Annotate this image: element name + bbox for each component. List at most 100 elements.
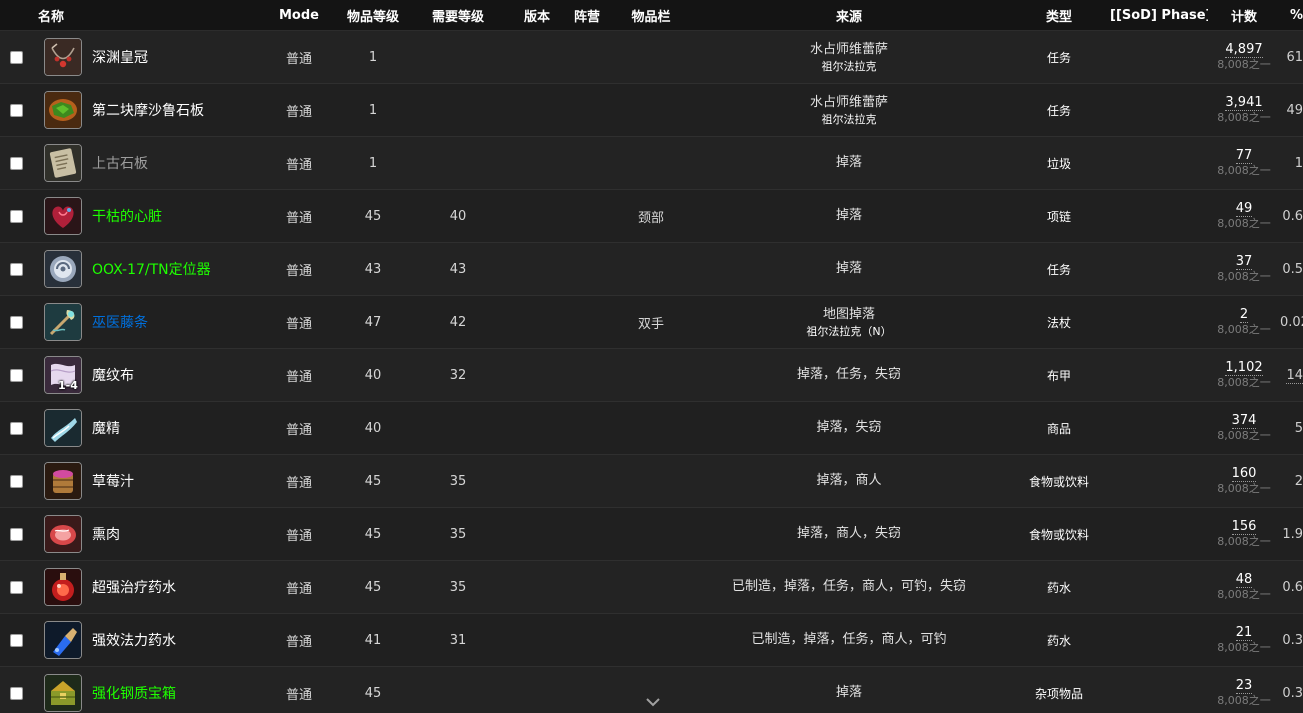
- item-name-link[interactable]: 魔纹布: [92, 365, 134, 385]
- stone-tablet-icon[interactable]: [44, 144, 82, 182]
- source-text[interactable]: 掉落: [690, 207, 1008, 225]
- staff-icon[interactable]: [44, 303, 82, 341]
- table-row[interactable]: 1-4 魔纹布 普通 40 32 掉落，任务，失窃 布甲 1,102 8,008…: [0, 348, 1303, 402]
- table-row[interactable]: 巫医藤条 普通 47 42 双手 地图掉落 祖尔法拉克（N） 法杖 2 8,00…: [0, 295, 1303, 349]
- row-checkbox[interactable]: [10, 421, 23, 435]
- type-cell[interactable]: 食物或饮料: [1008, 454, 1110, 508]
- item-name-link[interactable]: 超强治疗药水: [92, 577, 176, 597]
- type-cell[interactable]: 布甲: [1008, 348, 1110, 402]
- item-name-link[interactable]: 第二块摩沙鲁石板: [92, 100, 204, 120]
- row-checkbox[interactable]: [10, 103, 23, 117]
- chevron-down-icon[interactable]: [645, 696, 661, 708]
- type-cell[interactable]: 食物或饮料: [1008, 507, 1110, 561]
- header-type[interactable]: 类型: [1008, 0, 1110, 31]
- header-item-level[interactable]: 物品等级: [342, 0, 404, 31]
- table-row[interactable]: 草莓汁 普通 45 35 掉落，商人 食物或饮料 160 8,008之一 2: [0, 454, 1303, 508]
- row-checkbox[interactable]: [10, 580, 23, 594]
- source-text[interactable]: 掉落，商人，失窃: [690, 525, 1008, 543]
- item-name-link[interactable]: OOX-17/TN定位器: [92, 259, 211, 279]
- row-checkbox[interactable]: [10, 368, 23, 382]
- table-row[interactable]: 深渊皇冠 普通 1 水占师维蕾萨 祖尔法拉克 任务 4,897 8,008之一 …: [0, 30, 1303, 84]
- meat-icon[interactable]: [44, 515, 82, 553]
- header-name[interactable]: 名称: [32, 0, 256, 31]
- type-cell[interactable]: 药水: [1008, 613, 1110, 667]
- cloth-icon[interactable]: 1-4: [44, 356, 82, 394]
- source-zone-link[interactable]: 祖尔法拉克: [690, 59, 1008, 74]
- row-checkbox[interactable]: [10, 527, 23, 541]
- row-checkbox[interactable]: [10, 315, 23, 329]
- source-text[interactable]: 地图掉落: [690, 306, 1008, 324]
- locator-device-icon[interactable]: [44, 250, 82, 288]
- header-side[interactable]: 阵营: [562, 0, 612, 31]
- treasure-chest-icon[interactable]: [44, 674, 82, 712]
- row-checkbox[interactable]: [10, 209, 23, 223]
- row-checkbox[interactable]: [10, 686, 23, 700]
- row-checkbox[interactable]: [10, 156, 23, 170]
- type-cell[interactable]: 任务: [1008, 30, 1110, 84]
- header-slot[interactable]: 物品栏: [612, 0, 690, 31]
- green-stone-tablet-icon[interactable]: [44, 91, 82, 129]
- item-name-link[interactable]: 巫医藤条: [92, 312, 148, 332]
- item-name-link[interactable]: 熏肉: [92, 524, 120, 544]
- item-name-link[interactable]: 深渊皇冠: [92, 47, 148, 67]
- type-cell[interactable]: 任务: [1008, 83, 1110, 137]
- source-text[interactable]: 水占师维蕾萨: [690, 94, 1008, 112]
- item-name-link[interactable]: 草莓汁: [92, 471, 134, 491]
- source-text[interactable]: 掉落，商人: [690, 472, 1008, 490]
- type-cell[interactable]: 杂项物品: [1008, 666, 1110, 713]
- percent-cell: 1: [1280, 136, 1303, 190]
- item-name-link[interactable]: 上古石板: [92, 153, 148, 173]
- type-cell[interactable]: 商品: [1008, 401, 1110, 455]
- header-source[interactable]: 来源: [690, 0, 1008, 31]
- item-name-link[interactable]: 强效法力药水: [92, 630, 176, 650]
- heart-icon[interactable]: [44, 197, 82, 235]
- source-zone-link[interactable]: 祖尔法拉克（N）: [690, 324, 1008, 339]
- item-name-link[interactable]: 干枯的心脏: [92, 206, 162, 226]
- version-cell: [512, 613, 562, 667]
- flask-icon[interactable]: [44, 409, 82, 447]
- header-mode[interactable]: Mode: [256, 0, 342, 31]
- table-row[interactable]: 魔精 普通 40 掉落，失窃 商品 374 8,008之一 5: [0, 401, 1303, 455]
- drop-count: 1,102: [1225, 360, 1263, 376]
- table-row[interactable]: OOX-17/TN定位器 普通 43 43 掉落 任务 37 8,008之一 0…: [0, 242, 1303, 296]
- source-text[interactable]: 已制造，掉落，任务，商人，可钓，失窃: [690, 578, 1008, 596]
- item-name-link[interactable]: 魔精: [92, 418, 120, 438]
- header-count[interactable]: 计数: [1208, 0, 1280, 31]
- source-text[interactable]: 已制造，掉落，任务，商人，可钓: [690, 631, 1008, 649]
- row-checkbox[interactable]: [10, 262, 23, 276]
- red-potion-icon[interactable]: [44, 568, 82, 606]
- row-checkbox[interactable]: [10, 474, 23, 488]
- drop-count: 374: [1231, 413, 1257, 429]
- type-cell[interactable]: 项链: [1008, 189, 1110, 243]
- source-text[interactable]: 掉落: [690, 260, 1008, 278]
- item-name-link[interactable]: 强化钢质宝箱: [92, 683, 176, 703]
- row-checkbox[interactable]: [10, 50, 23, 64]
- table-row[interactable]: 干枯的心脏 普通 45 40 颈部 掉落 项链 49 8,008之一 0.6: [0, 189, 1303, 243]
- type-cell[interactable]: 垃圾: [1008, 136, 1110, 190]
- source-text[interactable]: 掉落: [690, 154, 1008, 172]
- drop-percent: 5: [1294, 420, 1303, 436]
- type-cell[interactable]: 药水: [1008, 560, 1110, 614]
- table-row[interactable]: 超强治疗药水 普通 45 35 已制造，掉落，任务，商人，可钓，失窃 药水 48…: [0, 560, 1303, 614]
- table-row[interactable]: 第二块摩沙鲁石板 普通 1 水占师维蕾萨 祖尔法拉克 任务 3,941 8,00…: [0, 83, 1303, 137]
- table-row[interactable]: 熏肉 普通 45 35 掉落，商人，失窃 食物或饮料 156 8,008之一 1…: [0, 507, 1303, 561]
- blue-potion-icon[interactable]: [44, 621, 82, 659]
- table-row[interactable]: 上古石板 普通 1 掉落 垃圾 77 8,008之一 1: [0, 136, 1303, 190]
- source-text[interactable]: 掉落，任务，失窃: [690, 366, 1008, 384]
- type-cell[interactable]: 任务: [1008, 242, 1110, 296]
- drop-percent: 2: [1294, 473, 1303, 489]
- source-text[interactable]: 掉落，失窃: [690, 419, 1008, 437]
- source-zone-link[interactable]: 祖尔法拉克: [690, 112, 1008, 127]
- source-text[interactable]: 水占师维蕾萨: [690, 41, 1008, 59]
- necklace-icon[interactable]: [44, 38, 82, 76]
- juice-barrel-icon[interactable]: [44, 462, 82, 500]
- table-row[interactable]: 强效法力药水 普通 41 31 已制造，掉落，任务，商人，可钓 药水 21 8,…: [0, 613, 1303, 667]
- header-sod-phase[interactable]: [[SoD] Phase]: [1110, 0, 1208, 31]
- header-version[interactable]: 版本: [512, 0, 562, 31]
- type-cell[interactable]: 法杖: [1008, 295, 1110, 349]
- header-required-level[interactable]: 需要等级: [404, 0, 512, 31]
- header-percent[interactable]: %: [1280, 0, 1303, 31]
- row-checkbox[interactable]: [10, 633, 23, 647]
- drop-count-total: 8,008之一: [1217, 641, 1271, 654]
- source-text[interactable]: 掉落: [690, 684, 1008, 702]
